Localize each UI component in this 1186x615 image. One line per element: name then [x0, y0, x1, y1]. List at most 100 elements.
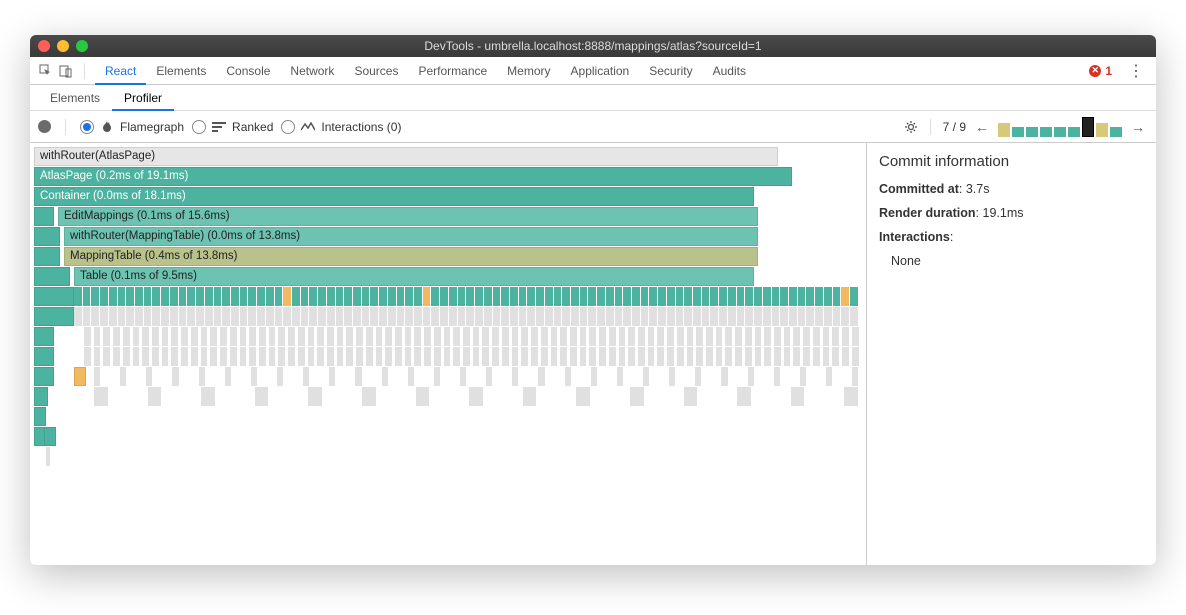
- flame-cell[interactable]: [170, 287, 178, 306]
- flame-cell[interactable]: [230, 327, 237, 346]
- flame-cell[interactable]: [444, 347, 451, 366]
- flame-cell[interactable]: [337, 347, 344, 366]
- tab-react[interactable]: React: [95, 57, 146, 85]
- flame-cell[interactable]: [623, 307, 631, 326]
- flame-cell[interactable]: [344, 307, 352, 326]
- commit-bar-selected[interactable]: [1082, 117, 1094, 137]
- flame-cell[interactable]: [852, 367, 858, 386]
- flame-children-row[interactable]: [34, 327, 862, 347]
- flame-cell[interactable]: [512, 347, 519, 366]
- flame-cell[interactable]: [424, 327, 431, 346]
- flame-cell[interactable]: [458, 287, 466, 306]
- flame-cell[interactable]: [414, 347, 421, 366]
- subtab-elements[interactable]: Elements: [38, 85, 112, 111]
- flame-cell[interactable]: [693, 287, 701, 306]
- flame-cell[interactable]: [745, 347, 752, 366]
- flame-cell[interactable]: [327, 287, 335, 306]
- flame-cell[interactable]: [803, 347, 810, 366]
- flame-cell[interactable]: [230, 347, 237, 366]
- flame-cell[interactable]: [161, 287, 169, 306]
- flame-cell[interactable]: [784, 347, 791, 366]
- flame-cell[interactable]: [397, 307, 405, 326]
- flame-cell[interactable]: [466, 307, 474, 326]
- flame-cell[interactable]: [706, 347, 713, 366]
- flame-cell[interactable]: [388, 287, 396, 306]
- tab-security[interactable]: Security: [639, 57, 702, 85]
- flame-cell[interactable]: [344, 287, 352, 306]
- flame-cell[interactable]: [135, 307, 143, 326]
- flame-cell[interactable]: [638, 327, 645, 346]
- tab-elements[interactable]: Elements: [146, 57, 216, 85]
- flame-cell[interactable]: [606, 307, 614, 326]
- flame-cell[interactable]: [510, 287, 518, 306]
- flame-bar[interactable]: MappingTable (0.4ms of 13.8ms): [64, 247, 758, 266]
- flame-cell[interactable]: [570, 327, 577, 346]
- flame-cell[interactable]: [842, 327, 849, 346]
- flame-cell[interactable]: [362, 307, 370, 326]
- flame-cell[interactable]: [103, 347, 110, 366]
- flame-cell[interactable]: [774, 367, 780, 386]
- flame-cell[interactable]: [745, 327, 752, 346]
- flame-cell[interactable]: [591, 367, 597, 386]
- commit-bar[interactable]: [1026, 127, 1038, 137]
- flame-cell[interactable]: [632, 287, 640, 306]
- flame-cell[interactable]: [205, 287, 213, 306]
- flame-cell[interactable]: [356, 347, 363, 366]
- flame-cell[interactable]: [171, 327, 178, 346]
- flame-cell[interactable]: [379, 287, 387, 306]
- flame-cell[interactable]: [148, 387, 162, 406]
- flame-cell[interactable]: [565, 367, 571, 386]
- flame-cell[interactable]: [648, 327, 655, 346]
- flame-cell[interactable]: [523, 387, 537, 406]
- flame-cell[interactable]: [484, 307, 492, 326]
- flame-cell[interactable]: [824, 307, 832, 326]
- flame-cell[interactable]: [551, 327, 558, 346]
- flame-cell[interactable]: [745, 307, 753, 326]
- flame-cell[interactable]: [91, 287, 99, 306]
- flame-cell[interactable]: [536, 307, 544, 326]
- flame-cell[interactable]: [806, 287, 814, 306]
- flame-cell[interactable]: [366, 327, 373, 346]
- flame-cell[interactable]: [133, 347, 140, 366]
- flame-cell[interactable]: [283, 307, 291, 326]
- zoom-icon[interactable]: [76, 40, 88, 52]
- flame-cell[interactable]: [551, 347, 558, 366]
- flame-cell[interactable]: [562, 287, 570, 306]
- flame-cell[interactable]: [580, 347, 587, 366]
- flame-cell[interactable]: [161, 307, 169, 326]
- flame-cell[interactable]: [806, 307, 814, 326]
- flame-cell[interactable]: [431, 287, 439, 306]
- flame-cell[interactable]: [118, 287, 126, 306]
- flame-bar[interactable]: AtlasPage (0.2ms of 19.1ms): [34, 167, 792, 186]
- flame-cell[interactable]: [162, 327, 169, 346]
- flame-cell[interactable]: [754, 287, 762, 306]
- flame-cell[interactable]: [318, 307, 326, 326]
- flame-cell[interactable]: [283, 287, 291, 306]
- flame-cell[interactable]: [346, 327, 353, 346]
- flame-cell[interactable]: [473, 347, 480, 366]
- flamegraph-pane[interactable]: withRouter(AtlasPage)AtlasPage (0.2ms of…: [30, 143, 866, 565]
- flame-cell[interactable]: [852, 327, 859, 346]
- flame-row[interactable]: withRouter(AtlasPage): [34, 147, 862, 167]
- flame-cell[interactable]: [588, 287, 596, 306]
- flame-cell[interactable]: [336, 287, 344, 306]
- flame-cell[interactable]: [308, 387, 322, 406]
- flame-cell[interactable]: [842, 347, 849, 366]
- flame-children-row[interactable]: [34, 287, 862, 307]
- flame-cell[interactable]: [144, 287, 152, 306]
- flame-cell[interactable]: [379, 307, 387, 326]
- flame-cell[interactable]: [667, 287, 675, 306]
- flame-cell[interactable]: [187, 287, 195, 306]
- flame-cell[interactable]: [275, 287, 283, 306]
- flame-cell[interactable]: [852, 347, 859, 366]
- flame-cell[interactable]: [356, 327, 363, 346]
- flame-cell[interactable]: [850, 307, 858, 326]
- flame-cell[interactable]: [554, 287, 562, 306]
- flame-cell[interactable]: [571, 307, 579, 326]
- flame-cell[interactable]: [617, 367, 623, 386]
- flame-cell[interactable]: [113, 347, 120, 366]
- flame-cell[interactable]: [179, 307, 187, 326]
- flame-cell[interactable]: [764, 347, 771, 366]
- flame-cell[interactable]: [423, 307, 431, 326]
- flame-cell[interactable]: [170, 307, 178, 326]
